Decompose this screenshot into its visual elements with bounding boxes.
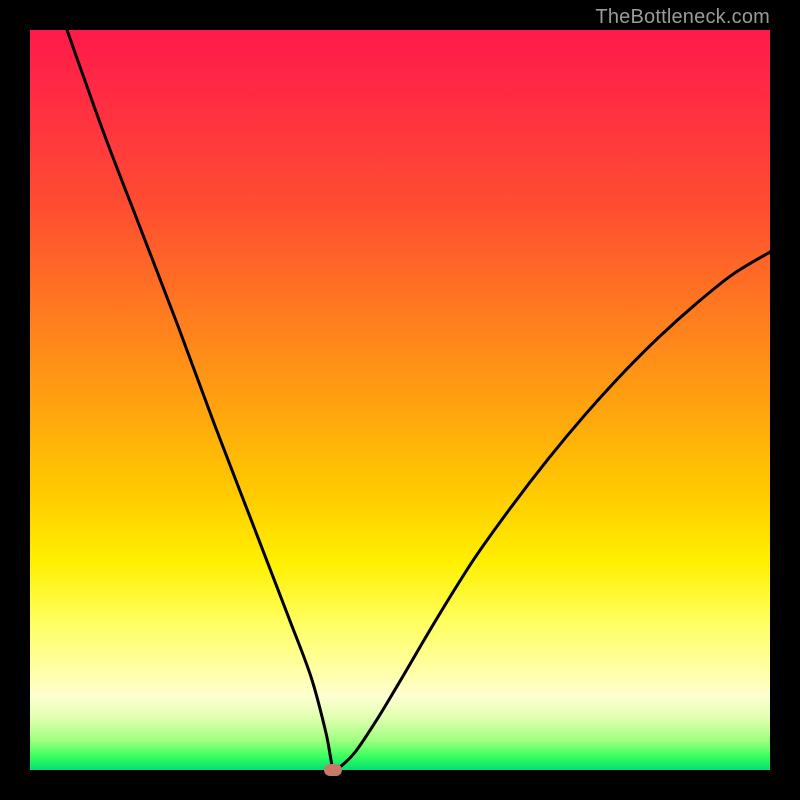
chart-container: TheBottleneck.com (0, 0, 800, 800)
attribution-label: TheBottleneck.com (595, 6, 770, 29)
curve-svg (30, 30, 770, 770)
bottleneck-curve (67, 30, 770, 770)
plot-area (30, 30, 770, 770)
optimum-marker (324, 764, 342, 776)
